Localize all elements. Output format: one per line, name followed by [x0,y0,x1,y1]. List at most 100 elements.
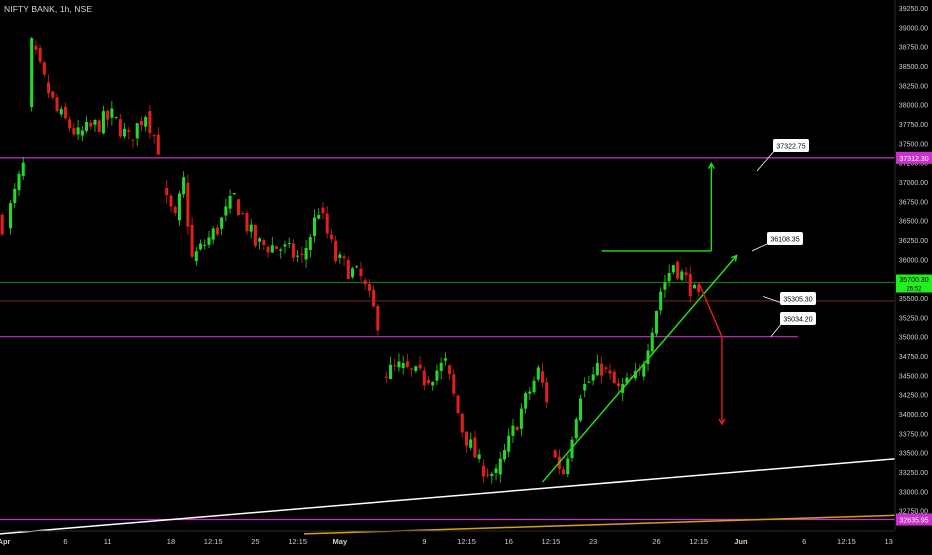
candle-body [76,127,80,135]
candle-body [55,97,59,112]
y-tick-label: 34750.00 [899,354,928,361]
candle-body [165,188,169,196]
candle-body [452,374,456,394]
candle-body [524,393,528,409]
candle-body [367,284,371,291]
y-tick-label: 36250.00 [899,238,928,245]
candle-body [587,381,591,383]
candle-body [308,237,312,250]
candle-body [211,228,215,240]
candle-body [676,261,680,279]
callout-label: 35034.20 [783,317,812,324]
price-axis[interactable]: 32750.0033000.0033250.0033500.0033750.00… [894,0,932,530]
candle-body [426,380,431,384]
candle-body [135,123,139,139]
candle-body [329,234,333,240]
y-tick-label: 33000.00 [899,489,928,496]
candle-body [363,280,367,285]
candle-body [663,282,667,290]
y-tick-label: 36000.00 [899,257,928,264]
candle-body [494,468,498,473]
candle-body [207,237,211,245]
trendline-rising-support [541,254,738,483]
candle-body [266,246,270,253]
callout-leader [756,149,776,172]
candle-body [72,128,76,135]
x-tick-label: May [333,537,348,546]
symbol-title[interactable]: NIFTY BANK, 1h, NSE [4,4,92,14]
candle-body [600,363,604,376]
trendlines [0,161,896,535]
candle-body [481,465,485,477]
candles [0,37,701,484]
candle-body [359,268,363,277]
y-tick-label: 38500.00 [899,64,928,71]
x-tick-label: 23 [589,537,597,546]
chart-canvas[interactable]: 37322.7536108.3535305.3035034.20 32750.0… [0,0,932,550]
candle-body [300,253,304,255]
candle-body [680,271,684,280]
y-tick-label: 38750.00 [899,45,928,52]
candle-body [182,177,186,195]
candle-body [215,227,219,235]
candle-body [237,199,241,216]
candle-body [393,365,397,367]
x-tick-label: 16 [505,537,513,546]
candle-body [422,370,426,386]
candle-body [448,365,452,375]
candle-body [325,213,329,234]
price-chart[interactable]: 37322.75 36108.35 35305.30 35034.20 32750.0… [0,0,932,550]
candle-body [553,450,557,458]
candle-body [51,91,55,98]
candle-body [304,248,308,260]
callout-leader [751,242,770,252]
candle-body [321,207,325,214]
candle-body [203,244,207,246]
candle-body [397,361,401,368]
candle-body [650,332,654,352]
trendline-long-term-support [0,458,896,535]
time-axis[interactable]: Apr 6 11 18 12:15 25 12:15 May 9 12:15 16 12:15 23 26… [0,530,895,546]
candle-body [659,291,663,311]
candle-body [224,206,228,216]
x-tick-label: 12:15 [689,537,708,546]
candle-body [528,391,532,394]
candle-body [89,122,93,127]
candle-body [338,254,342,258]
candle-body [0,214,4,235]
candle-body [346,259,350,280]
y-tick-label: 34000.00 [899,412,928,419]
last-price-countdown: 26:52 [906,287,922,293]
candle-body [350,268,355,278]
candle-body [515,426,519,431]
x-tick-label: 12:15 [204,537,223,546]
candle-body [388,364,393,379]
candle-body [194,251,198,262]
candle-body [97,120,101,133]
candle-body [317,214,321,219]
candle-body [473,437,477,458]
candle-body [38,47,42,62]
annotations: 37322.75 36108.35 35305.30 35034.20 [751,139,816,337]
candle-body [30,38,34,108]
candle-body [414,366,418,372]
candle-body [498,458,502,475]
y-tick-label: 33250.00 [899,470,928,477]
x-tick-label: 26 [652,537,660,546]
candle-body [21,162,25,176]
y-tick-label: 33750.00 [899,431,928,438]
y-tick-label: 34250.00 [899,393,928,400]
candle-body [220,217,224,229]
candle-body [13,188,17,203]
candle-body [312,217,317,236]
x-tick-label: 12:15 [837,537,856,546]
candle-body [410,368,414,370]
candle-body [169,195,173,207]
candle-body [291,243,295,258]
candle-body [671,265,675,273]
candle-body [93,120,97,125]
candle-body [536,367,540,380]
candle-body [342,256,346,259]
y-tick-label: 37000.00 [899,180,928,187]
candle-body [595,362,599,376]
